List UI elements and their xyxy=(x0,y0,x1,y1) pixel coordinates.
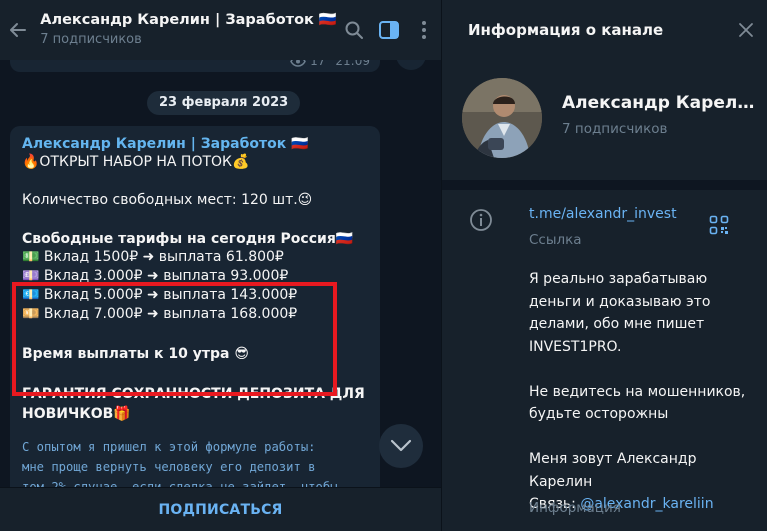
description-line: делами, обо мне пишет xyxy=(529,316,705,332)
view-count: 17 xyxy=(310,60,326,68)
description-label: Информация xyxy=(529,500,621,516)
previous-message: 17 21:09 xyxy=(10,60,380,72)
avatar[interactable] xyxy=(462,78,542,158)
chat-pane: Александр Карелин | Заработок 🇷🇺 7 подпи… xyxy=(0,0,441,531)
post-line: Количество свободных мест: 120 шт.😉 xyxy=(22,192,313,208)
date-separator: 23 февраля 2023 xyxy=(147,91,301,115)
description-line: Я реально зарабатываю xyxy=(529,271,708,287)
search-icon xyxy=(345,21,364,39)
chevron-down-icon xyxy=(390,439,412,452)
post-author[interactable]: Александр Карелин | Заработок 🇷🇺 xyxy=(22,135,368,153)
tariff-item: 💵 Вклад 1500₽ ➜ выплата 61.800₽ xyxy=(22,249,284,265)
monospace-line: том 2% случае, если сделка не зайдет, чт… xyxy=(22,480,338,487)
channel-subscribers: 7 подписчиков xyxy=(562,121,668,137)
info-icon xyxy=(469,208,493,236)
close-icon xyxy=(739,23,753,37)
more-vertical-icon xyxy=(421,21,426,39)
channel-info-panel: Информация о канале Александр Карелин | … xyxy=(442,0,767,531)
channel-link-label: Ссылка xyxy=(529,232,582,248)
highlight-box xyxy=(12,282,337,396)
scroll-down-button[interactable] xyxy=(379,424,423,468)
channel-profile: Александр Карелин | Заработок 🇷🇺 7 подпи… xyxy=(462,78,762,158)
section-separator xyxy=(442,180,767,190)
description-line: будьте осторожны xyxy=(529,406,669,422)
share-icon xyxy=(405,60,417,61)
description-line: деньги и доказываю это xyxy=(529,293,711,310)
post-line: 🔥ОТКРЫТ НАБОР НА ПОТОК💰 xyxy=(22,154,250,170)
monospace-line: мне проще вернуть человеку его депозит в xyxy=(22,460,316,474)
description-line: INVEST1PRO. xyxy=(529,338,622,355)
search-button[interactable] xyxy=(337,0,372,60)
channel-name: Александр Карелин | Заработок 🇷🇺 xyxy=(562,93,762,113)
tariffs-title: Свободные тарифы на сегодня Россия🇷🇺 xyxy=(22,231,354,247)
description-line: Не ведитесь на мошенников, xyxy=(529,383,746,400)
chat-header-info[interactable]: Александр Карелин | Заработок 🇷🇺 7 подпи… xyxy=(36,11,337,49)
qr-code-button[interactable] xyxy=(709,215,729,239)
close-button[interactable] xyxy=(725,0,767,60)
description-line: Меня зовут Александр xyxy=(529,451,697,467)
message-time: 21:09 xyxy=(335,60,370,68)
more-button[interactable] xyxy=(406,0,441,60)
subscribe-bar: ПОДПИСАТЬСЯ xyxy=(0,487,441,531)
chat-subscribers: 7 подписчиков xyxy=(40,32,142,47)
channel-link[interactable]: t.me/alexandr_invest xyxy=(529,206,677,222)
qr-code-icon xyxy=(709,215,729,235)
subscribe-button[interactable]: ПОДПИСАТЬСЯ xyxy=(158,502,282,518)
eye-icon xyxy=(290,60,306,67)
message-list[interactable]: 17 21:09 23 февраля 2023 Александр Карел… xyxy=(0,60,441,487)
channel-description: Я реально зарабатываю деньги и доказываю… xyxy=(529,268,754,516)
sidebar-toggle-icon xyxy=(379,21,399,39)
guarantee-line: НОВИЧКОВ🎁 xyxy=(22,406,131,422)
chat-header: Александр Карелин | Заработок 🇷🇺 7 подпи… xyxy=(0,0,441,60)
back-button[interactable] xyxy=(0,0,36,60)
monospace-line: С опытом я пришел к этой формуле работы: xyxy=(22,440,316,454)
info-header: Информация о канале xyxy=(442,0,767,60)
chat-title: Александр Карелин | Заработок 🇷🇺 xyxy=(40,12,337,28)
sidebar-toggle-button[interactable] xyxy=(372,0,407,60)
arrow-left-icon xyxy=(10,23,27,37)
description-line: Карелин xyxy=(529,473,593,490)
info-title: Информация о канале xyxy=(468,21,664,39)
message-meta: 17 21:09 xyxy=(290,60,370,68)
share-button[interactable] xyxy=(396,60,426,70)
